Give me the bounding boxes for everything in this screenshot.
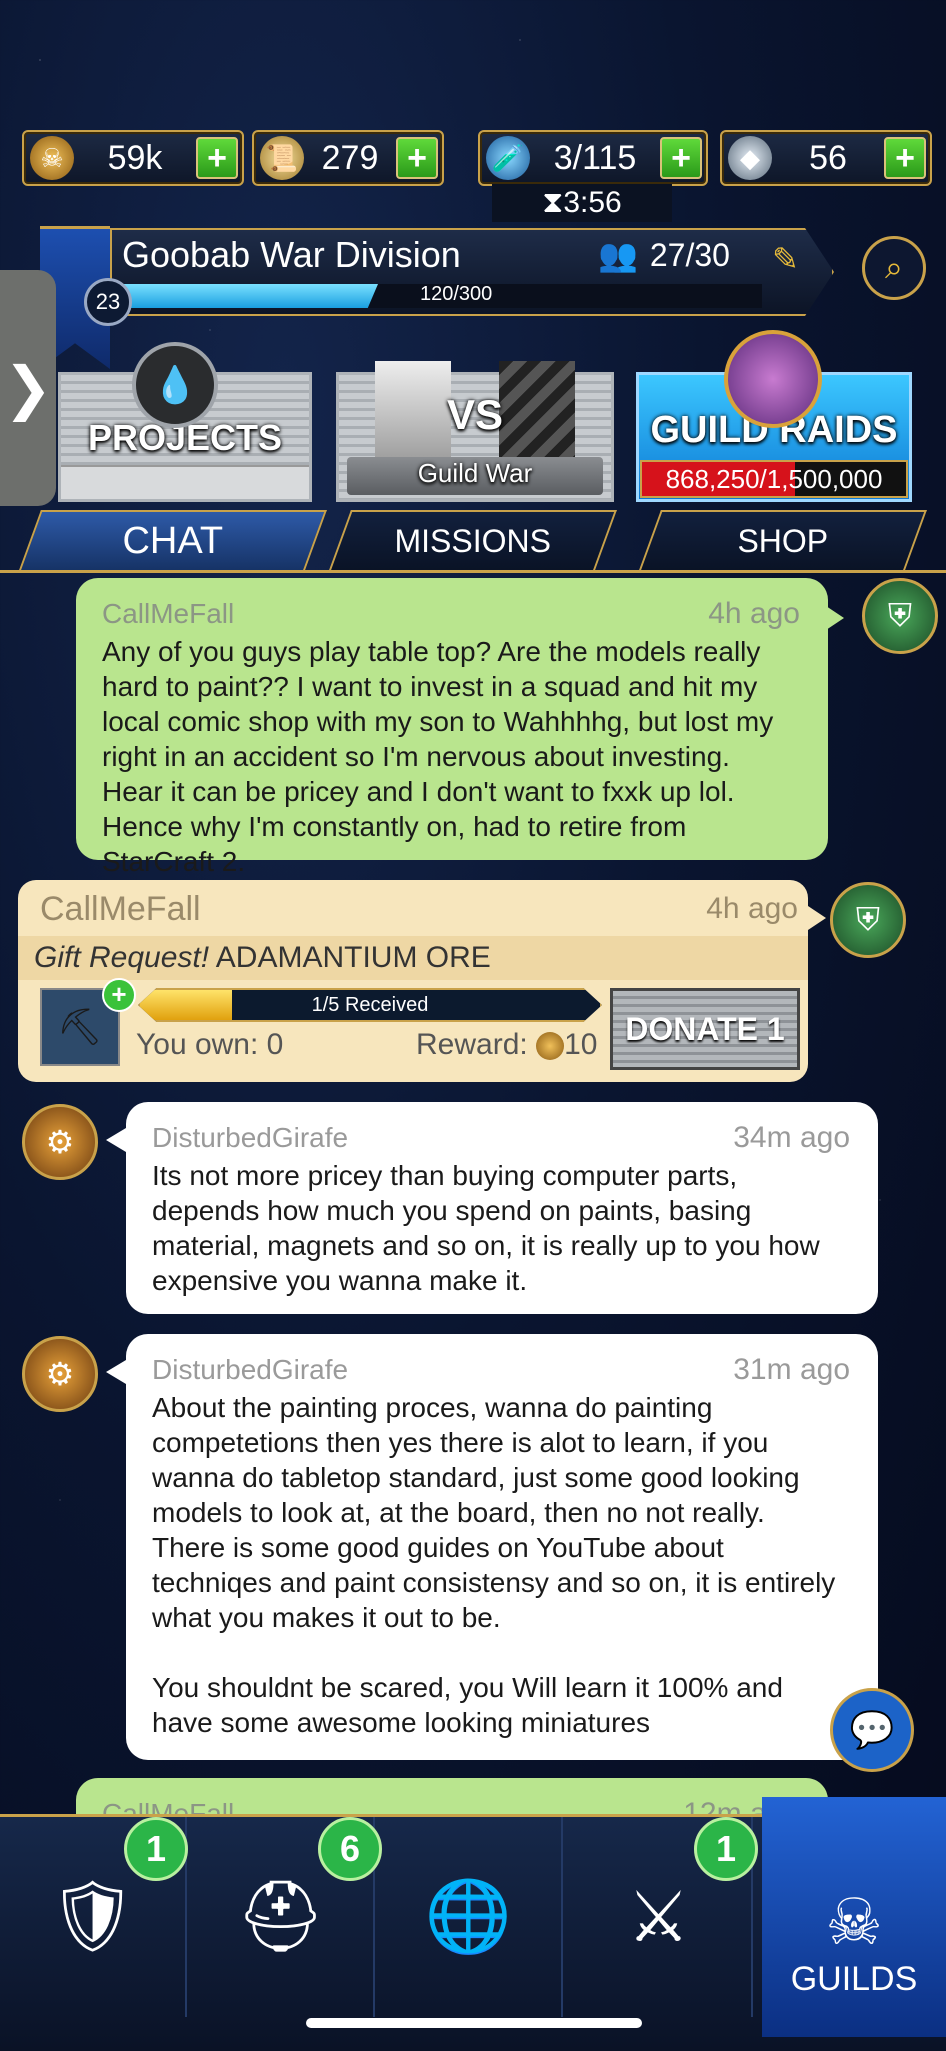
avatar[interactable]: ⚙	[22, 1336, 98, 1412]
message-author: DisturbedGirafe	[152, 1354, 349, 1385]
globe-icon: 🌐	[424, 1877, 513, 1955]
message-text: Any of you guys play table top? Are the …	[102, 636, 774, 877]
bubble-tail	[106, 1360, 126, 1384]
nav-guilds-label: GUILDS	[790, 1960, 918, 1998]
energy-value: 3/115	[553, 138, 637, 177]
message-time: 34m ago	[733, 1121, 850, 1154]
gift-author: CallMeFall	[40, 890, 201, 928]
chat-message: DisturbedGirafe 31m ago About the painti…	[126, 1334, 878, 1760]
tab-shop-label: SHOP	[737, 522, 828, 559]
bubble-tail	[826, 606, 844, 630]
guild-banner-icon: ☠	[825, 1886, 883, 1958]
guild-xp-fill	[122, 284, 378, 308]
raid-progress-text: 868,250/1,500,000	[665, 464, 883, 494]
skull-shield-icon: 🛡	[48, 1877, 137, 1955]
tab-missions[interactable]: MISSIONS	[329, 510, 617, 570]
gift-request-card: CallMeFall 4h ago Gift Request! ADAMANTI…	[18, 880, 808, 1082]
energy-currency: 🧪 3/115 +	[478, 130, 708, 186]
tab-shop[interactable]: SHOP	[639, 510, 927, 570]
gift-own-count: You own: 0	[136, 1028, 284, 1061]
helmet-laurel-icon: ⛑	[236, 1877, 325, 1955]
notification-badge: 1	[124, 1817, 188, 1881]
add-energy-button[interactable]: +	[660, 137, 702, 179]
nav-guilds[interactable]: ☠ GUILDS	[762, 1797, 946, 2037]
bubble-tail	[808, 906, 826, 930]
vial-icon: 🧪	[486, 136, 530, 180]
tab-chat-label: CHAT	[122, 519, 223, 562]
members-count: 27/30	[649, 236, 730, 273]
bottom-nav: 🛡 1 ⛑ 6 🌐 ⚔ 1 ☠ GUILDS	[0, 1797, 946, 2051]
guild-war-vs: VS	[446, 391, 504, 438]
avatar[interactable]: ⛨	[862, 578, 938, 654]
shard-value: 56	[809, 138, 847, 177]
add-shards-button[interactable]: +	[884, 137, 926, 179]
add-ore-icon: +	[102, 978, 136, 1012]
avatar[interactable]: ⛨	[830, 882, 906, 958]
scroll-currency-value: 279	[321, 138, 379, 177]
guild-xp-text: 120/300	[420, 283, 493, 305]
notification-badge: 1	[694, 1817, 758, 1881]
search-icon[interactable]: ⌕	[862, 236, 926, 300]
skull-currency: ☠ 59k +	[22, 130, 244, 186]
gift-request-line: Gift Request! ADAMANTIUM ORE	[18, 936, 808, 980]
gift-request-label: Gift Request!	[34, 941, 210, 974]
members-icon: 👥	[598, 237, 638, 273]
bubble-tail	[106, 1128, 126, 1152]
message-time: 31m ago	[733, 1353, 850, 1386]
add-skulls-button[interactable]: +	[196, 137, 238, 179]
message-text: About the painting proces, wanna do pain…	[152, 1392, 836, 1738]
gift-reward-label: Reward:	[416, 1028, 528, 1061]
guild-name: Goobab War Division	[122, 234, 461, 275]
projects-footer	[61, 465, 309, 499]
gift-time: 4h ago	[706, 892, 798, 925]
guild-level-badge: 23	[84, 278, 132, 326]
scroll-currency: 📜 279 +	[252, 130, 444, 186]
gift-reward: Reward: 10	[416, 1028, 597, 1062]
nav-map[interactable]: 🌐	[376, 1817, 563, 2017]
message-author: CallMeFall	[102, 598, 235, 629]
chat-message: DisturbedGirafe 34m ago Its not more pri…	[126, 1102, 878, 1314]
tab-missions-label: MISSIONS	[394, 522, 551, 559]
scroll-icon: 📜	[260, 136, 304, 180]
gift-progress-bar: 1/5 Received	[138, 988, 602, 1022]
crystal-icon: ◆	[728, 136, 772, 180]
home-indicator[interactable]	[306, 2018, 642, 2028]
chevron-right-icon: ❯	[3, 356, 53, 421]
drops-icon: 💧	[132, 342, 218, 428]
gift-item-name: ADAMANTIUM ORE	[215, 941, 491, 974]
message-text: Its not more pricey than buying computer…	[152, 1160, 820, 1296]
chat-compose-button[interactable]: 💬	[830, 1688, 914, 1772]
speech-bubble-icon: 💬	[849, 1709, 895, 1750]
add-scrolls-button[interactable]: +	[396, 137, 438, 179]
guild-tabs: CHAT MISSIONS SHOP	[0, 510, 946, 573]
message-author: DisturbedGirafe	[152, 1122, 349, 1153]
energy-timer: ⧗3:56	[492, 184, 672, 222]
guild-war-card[interactable]: VS Guild War	[336, 361, 614, 502]
avatar[interactable]: ⚙	[22, 1104, 98, 1180]
raid-boss-emblem	[724, 330, 822, 428]
gift-reward-amount: 10	[564, 1028, 598, 1061]
skull-coin-icon	[536, 1032, 565, 1061]
donate-button[interactable]: DONATE 1	[610, 988, 800, 1070]
message-time: 4h ago	[708, 597, 800, 630]
chat-message: CallMeFall 4h ago Any of you guys play t…	[76, 578, 828, 877]
guild-war-label: Guild War	[417, 458, 533, 488]
side-panel-toggle[interactable]: ❯	[0, 270, 56, 506]
skull-currency-value: 59k	[107, 138, 163, 177]
shard-currency: ◆ 56 +	[720, 130, 932, 186]
gift-progress-text: 1/5 Received	[311, 994, 429, 1016]
raid-progress-bar: 868,250/1,500,000	[640, 460, 908, 498]
guild-members: 👥 27/30	[598, 236, 730, 274]
sword-laurel-icon: ⚔	[627, 1878, 690, 1956]
skull-coin-icon: ☠	[30, 136, 74, 180]
tab-chat[interactable]: CHAT	[19, 510, 327, 570]
pencil-icon[interactable]: ✎	[772, 240, 799, 278]
notification-badge: 6	[318, 1817, 382, 1881]
